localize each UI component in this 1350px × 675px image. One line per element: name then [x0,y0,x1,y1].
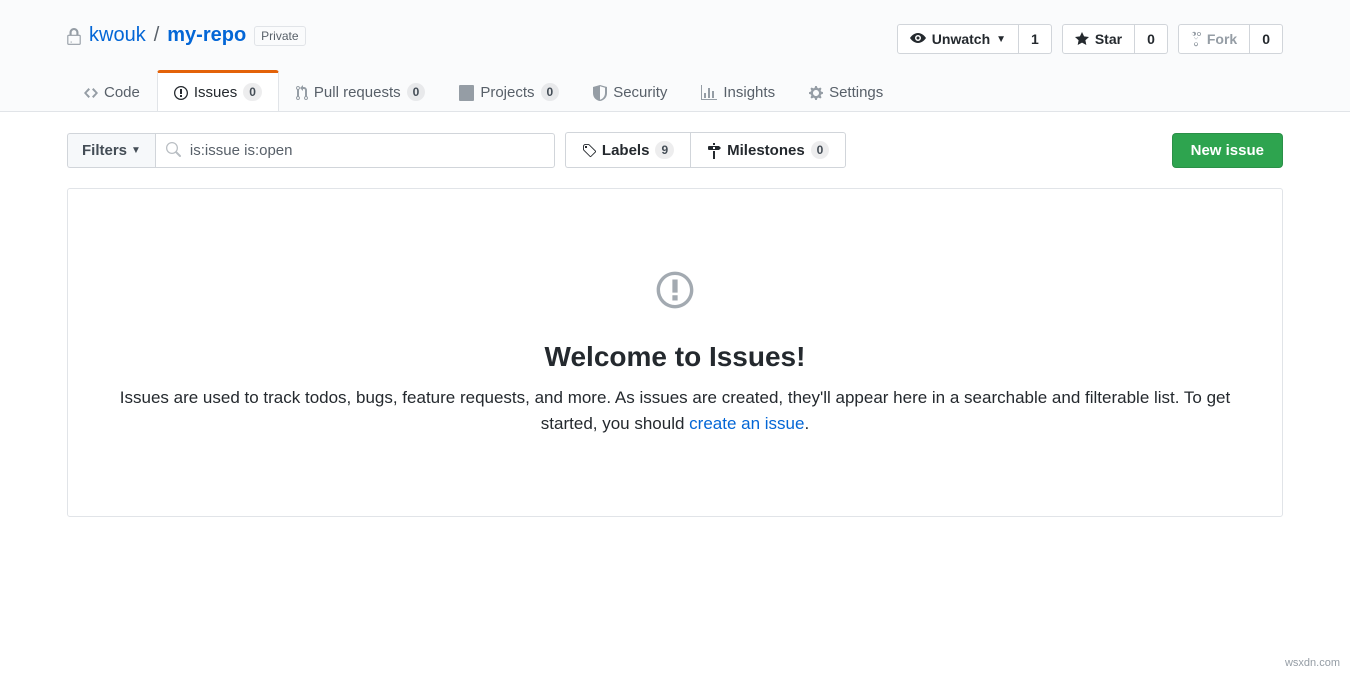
tab-settings[interactable]: Settings [792,70,900,111]
tab-security[interactable]: Security [576,70,684,111]
pull-request-icon [296,84,308,101]
fork-icon [1191,31,1201,47]
separator: / [154,24,160,47]
tab-issues[interactable]: Issues 0 [157,70,279,111]
eye-icon [910,31,926,47]
repo-link[interactable]: my-repo [167,24,246,47]
create-issue-link[interactable]: create an issue [689,414,804,433]
repo-title: kwouk / my-repo Private [67,24,306,47]
tab-code[interactable]: Code [67,70,157,111]
caret-down-icon: ▼ [131,145,141,156]
fork-count[interactable]: 0 [1250,24,1283,54]
repo-actions: Unwatch ▼ 1 Star 0 Fork [897,24,1283,54]
graph-icon [701,84,717,101]
project-icon [459,84,474,101]
caret-down-icon: ▼ [996,34,1006,45]
blankslate: Welcome to Issues! Issues are used to tr… [67,188,1283,517]
milestones-button[interactable]: Milestones 0 [690,132,846,168]
new-issue-button[interactable]: New issue [1172,133,1283,168]
attribution: wsxdn.com [1285,657,1340,669]
filters-button[interactable]: Filters ▼ [67,133,155,168]
visibility-label: Private [254,26,305,46]
blankslate-heading: Welcome to Issues! [108,341,1242,373]
fork-button: Fork [1178,24,1250,54]
labels-count: 9 [655,141,674,159]
watch-count[interactable]: 1 [1019,24,1052,54]
issue-opened-icon [654,269,696,311]
issue-icon [174,84,188,101]
tab-insights[interactable]: Insights [684,70,792,111]
tab-projects[interactable]: Projects 0 [442,70,576,111]
tag-icon [582,142,596,159]
issues-count: 0 [243,83,262,101]
repo-nav: Code Issues 0 Pull requests 0 Projects 0… [67,70,1283,111]
search-icon [165,142,181,158]
tab-pull-requests[interactable]: Pull requests 0 [279,70,442,111]
owner-link[interactable]: kwouk [89,24,146,47]
code-icon [84,84,98,101]
blankslate-description: Issues are used to track todos, bugs, fe… [110,385,1240,436]
star-button[interactable]: Star [1062,24,1135,54]
milestone-icon [707,142,721,159]
star-icon [1075,31,1089,47]
star-count[interactable]: 0 [1135,24,1168,54]
labels-button[interactable]: Labels 9 [565,132,690,168]
milestones-count: 0 [811,141,830,159]
lock-icon [67,24,81,47]
pulls-count: 0 [407,83,426,101]
watch-button[interactable]: Unwatch ▼ [897,24,1019,54]
gear-icon [809,84,823,101]
projects-count: 0 [541,83,560,101]
search-input[interactable] [155,133,555,168]
shield-icon [593,84,607,101]
